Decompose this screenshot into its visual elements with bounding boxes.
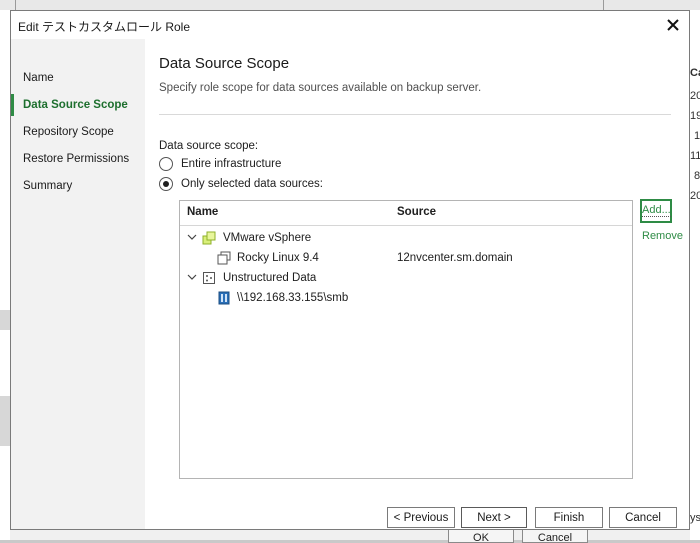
row-name: Rocky Linux 9.4 [237,252,319,264]
previous-button[interactable]: < Previous [387,507,455,528]
row-name: VMware vSphere [223,232,312,244]
background-cell: ys [690,512,700,524]
finish-button[interactable]: Finish [535,507,603,528]
close-icon[interactable] [661,13,685,37]
cancel-button[interactable]: Cancel [609,507,677,528]
background-cell: 8 [694,170,700,182]
background-window-bottom [10,530,690,540]
background-window-top [0,0,700,10]
row-name: \\192.168.33.155\smb [237,292,349,304]
sidebar-item-data-source-scope[interactable]: Data Source Scope [11,94,145,116]
radio-button[interactable] [159,157,173,171]
table-row[interactable]: VMware vSphere [180,229,632,249]
divider [159,114,671,115]
radio-button-checked[interactable] [159,177,173,191]
remove-button[interactable]: Remove [642,230,683,242]
chevron-down-icon[interactable] [187,232,197,242]
background-cell: 1 [694,130,700,142]
table-header: Name Source [180,201,632,226]
chevron-down-icon[interactable] [187,272,197,282]
page-subtitle: Specify role scope for data sources avai… [159,82,482,94]
background-window-left [0,10,10,540]
add-button[interactable]: Add... [640,199,672,223]
page-title: Data Source Scope [159,55,290,72]
background-divider [15,0,16,10]
edit-role-dialog: Edit テストカスタムロール Role Name Data Source Sc… [10,10,690,530]
scope-label: Data source scope: [159,140,259,152]
row-name: Unstructured Data [223,272,317,284]
background-cell: 20 [690,90,700,102]
vm-icon [217,251,231,265]
smb-share-icon [217,291,231,305]
background-cell: Ca [690,67,700,79]
table-row[interactable]: Unstructured Data [180,269,632,289]
radio-label: Entire infrastructure [181,158,282,170]
radio-label: Only selected data sources: [181,178,323,190]
wizard-content: Data Source Scope Specify role scope for… [145,39,689,529]
radio-entire-infrastructure[interactable]: Entire infrastructure [159,156,281,172]
dialog-title: Edit テストカスタムロール Role [18,20,191,34]
background-strip [0,396,10,446]
background-cell: 19 [690,110,700,122]
dialog-titlebar: Edit テストカスタムロール Role [11,11,689,39]
sidebar-item-summary[interactable]: Summary [11,175,145,197]
background-cell: 20 [690,190,700,202]
next-button[interactable]: Next > [461,507,527,528]
data-sources-table: Name Source VMware vSphere Rocky Linux 9… [179,200,633,479]
column-header-name[interactable]: Name [187,206,218,218]
vsphere-icon [202,231,216,245]
add-button-label: Add... [642,204,671,217]
unstructured-data-icon [202,271,216,285]
sidebar-item-repository-scope[interactable]: Repository Scope [11,121,145,143]
table-row[interactable]: Rocky Linux 9.4 12nvcenter.sm.domain [180,249,632,269]
column-header-source[interactable]: Source [397,206,436,218]
sidebar-item-restore-permissions[interactable]: Restore Permissions [11,148,145,170]
background-strip [0,310,10,330]
wizard-sidebar: Name Data Source Scope Repository Scope … [11,39,145,529]
background-window-right: Ca 20 19 1 11 8 20 ys [690,10,700,540]
sidebar-item-name[interactable]: Name [11,67,145,89]
row-source: 12nvcenter.sm.domain [397,252,513,264]
background-cell: 11 [690,150,700,162]
radio-only-selected[interactable]: Only selected data sources: [159,176,323,192]
table-row[interactable]: \\192.168.33.155\smb [180,289,632,309]
background-divider [603,0,604,10]
